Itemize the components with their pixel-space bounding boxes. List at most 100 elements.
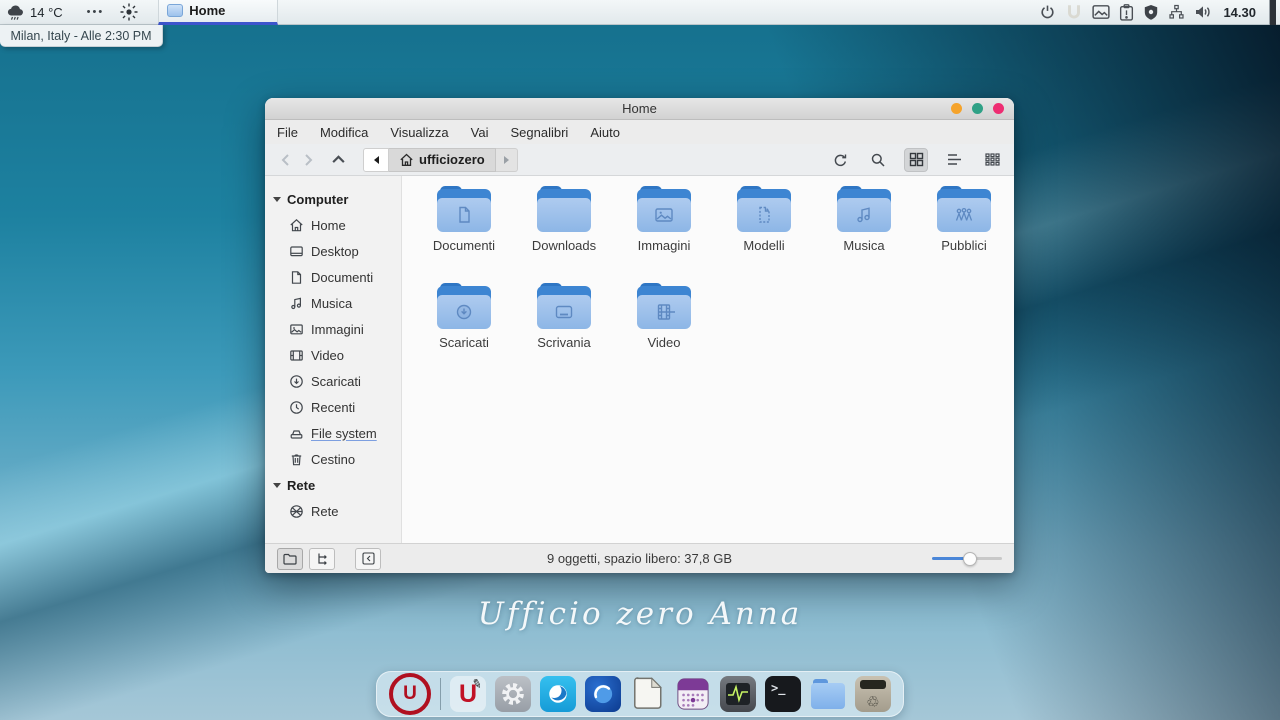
menu-aiuto[interactable]: Aiuto <box>590 125 620 140</box>
statusbar: 9 oggetti, spazio libero: 37,8 GB <box>265 543 1014 573</box>
breadcrumb: ufficiozero <box>363 148 518 172</box>
up-button[interactable] <box>327 149 349 171</box>
music-note-icon <box>289 296 304 311</box>
image-viewer-icon[interactable] <box>1092 4 1110 20</box>
brightness-icon[interactable] <box>118 1 140 23</box>
list-view-button[interactable] <box>942 148 966 172</box>
power-icon[interactable] <box>1039 4 1056 21</box>
calendar-icon[interactable] <box>675 676 711 712</box>
clock-icon <box>289 400 304 415</box>
image-icon <box>289 322 304 337</box>
panel-more-icon[interactable]: ••• <box>87 6 105 18</box>
folder-scrivania[interactable]: Scrivania <box>514 283 614 350</box>
folder-modelli[interactable]: Modelli <box>714 186 814 253</box>
sidebar-item-recenti[interactable]: Recenti <box>265 394 401 420</box>
breadcrumb-path-label: ufficiozero <box>419 152 485 167</box>
pen-icon: ✎ <box>470 676 483 692</box>
folder-icon <box>637 283 691 329</box>
sidebar-item-file-system[interactable]: File system <box>265 420 401 446</box>
slider-handle[interactable] <box>963 552 977 566</box>
sidebar-item-cestino[interactable]: Cestino <box>265 446 401 472</box>
template-glyph-icon <box>753 204 775 226</box>
clock-label[interactable]: 14.30 <box>1223 5 1256 20</box>
folder-musica[interactable]: Musica <box>814 186 914 253</box>
web-browser-icon[interactable] <box>540 676 576 712</box>
collapse-triangle-icon <box>273 483 281 488</box>
reload-icon[interactable] <box>828 148 852 172</box>
weather-widget[interactable]: 14 °C <box>0 3 77 21</box>
file-list: Documenti Downloads <box>402 176 1014 543</box>
sidebar-item-immagini[interactable]: Immagini <box>265 316 401 342</box>
window-titlebar[interactable]: Home <box>265 98 1014 120</box>
clipboard-alert-icon[interactable] <box>1119 4 1134 21</box>
icon-view-button[interactable] <box>904 148 928 172</box>
folder-video[interactable]: Video <box>614 283 714 350</box>
dock: U U ✎ <box>376 671 904 717</box>
show-desktop-button[interactable] <box>1269 0 1276 25</box>
menu-visualizza[interactable]: Visualizza <box>390 125 448 140</box>
menu-modifica[interactable]: Modifica <box>320 125 368 140</box>
volume-icon[interactable] <box>1194 4 1212 20</box>
terminal-icon[interactable]: >_ <box>765 676 801 712</box>
folder-downloads[interactable]: Downloads <box>514 186 614 253</box>
trash-icon <box>289 452 304 467</box>
document-icon <box>289 270 304 285</box>
folder-scaricati[interactable]: Scaricati <box>414 283 514 350</box>
ufficiozero-u-icon[interactable] <box>1065 3 1083 21</box>
video-icon <box>289 348 304 363</box>
sidebar-item-documenti[interactable]: Documenti <box>265 264 401 290</box>
folder-icon <box>537 186 591 232</box>
sidebar-section-computer[interactable]: Computer <box>265 186 401 212</box>
sidebar-item-video[interactable]: Video <box>265 342 401 368</box>
text-editor-icon[interactable] <box>630 676 666 712</box>
back-button[interactable] <box>275 149 297 171</box>
breadcrumb-home-segment[interactable]: ufficiozero <box>389 148 496 172</box>
home-icon <box>289 218 304 233</box>
trash-icon[interactable]: ♲ <box>855 676 891 712</box>
menubar: File Modifica Visualizza Vai Segnalibri … <box>265 120 1014 144</box>
system-monitor-icon[interactable] <box>720 676 756 712</box>
sidebar-item-scaricati[interactable]: Scaricati <box>265 368 401 394</box>
shield-icon[interactable] <box>1143 4 1159 21</box>
breadcrumb-back-button[interactable] <box>363 148 389 172</box>
people-glyph-icon <box>952 204 976 226</box>
rain-cloud-icon <box>6 3 26 21</box>
menu-vai[interactable]: Vai <box>471 125 489 140</box>
dock-separator <box>440 678 441 710</box>
taskbar-item-home[interactable]: Home <box>158 0 278 25</box>
sidebar-item-musica[interactable]: Musica <box>265 290 401 316</box>
zoom-slider[interactable] <box>932 552 1002 566</box>
file-manager-icon[interactable] <box>810 676 846 712</box>
download-icon <box>289 374 304 389</box>
film-glyph-icon <box>653 301 675 323</box>
folder-documenti[interactable]: Documenti <box>414 186 514 253</box>
menu-file[interactable]: File <box>277 125 298 140</box>
sidebar-item-desktop[interactable]: Desktop <box>265 238 401 264</box>
ufficiozero-launcher-icon[interactable]: U <box>389 673 431 715</box>
image-glyph-icon <box>652 204 676 226</box>
sidebar-item-home[interactable]: Home <box>265 212 401 238</box>
folder-icon <box>837 186 891 232</box>
folder-pubblici[interactable]: Pubblici <box>914 186 1014 253</box>
sidebar-item-rete[interactable]: Rete <box>265 498 401 524</box>
forward-button[interactable] <box>297 149 319 171</box>
compact-view-button[interactable] <box>980 148 1004 172</box>
network-icon[interactable] <box>1168 4 1185 20</box>
search-icon[interactable] <box>866 148 890 172</box>
folder-immagini[interactable]: Immagini <box>614 186 714 253</box>
mail-app-icon[interactable] <box>585 676 621 712</box>
folder-icon <box>437 283 491 329</box>
close-button[interactable] <box>993 103 1004 114</box>
download-glyph-icon <box>453 301 475 323</box>
folder-icon <box>437 186 491 232</box>
maximize-button[interactable] <box>972 103 983 114</box>
weather-tooltip: Milan, Italy - Alle 2:30 PM <box>0 25 163 47</box>
sidebar-section-rete[interactable]: Rete <box>265 472 401 498</box>
minimize-button[interactable] <box>951 103 962 114</box>
writer-app-icon[interactable]: U ✎ <box>450 676 486 712</box>
breadcrumb-forward-button[interactable] <box>496 148 518 172</box>
folder-icon <box>737 186 791 232</box>
menu-segnalibri[interactable]: Segnalibri <box>511 125 569 140</box>
system-tray: 14.30 <box>1039 0 1280 25</box>
settings-icon[interactable] <box>495 676 531 712</box>
